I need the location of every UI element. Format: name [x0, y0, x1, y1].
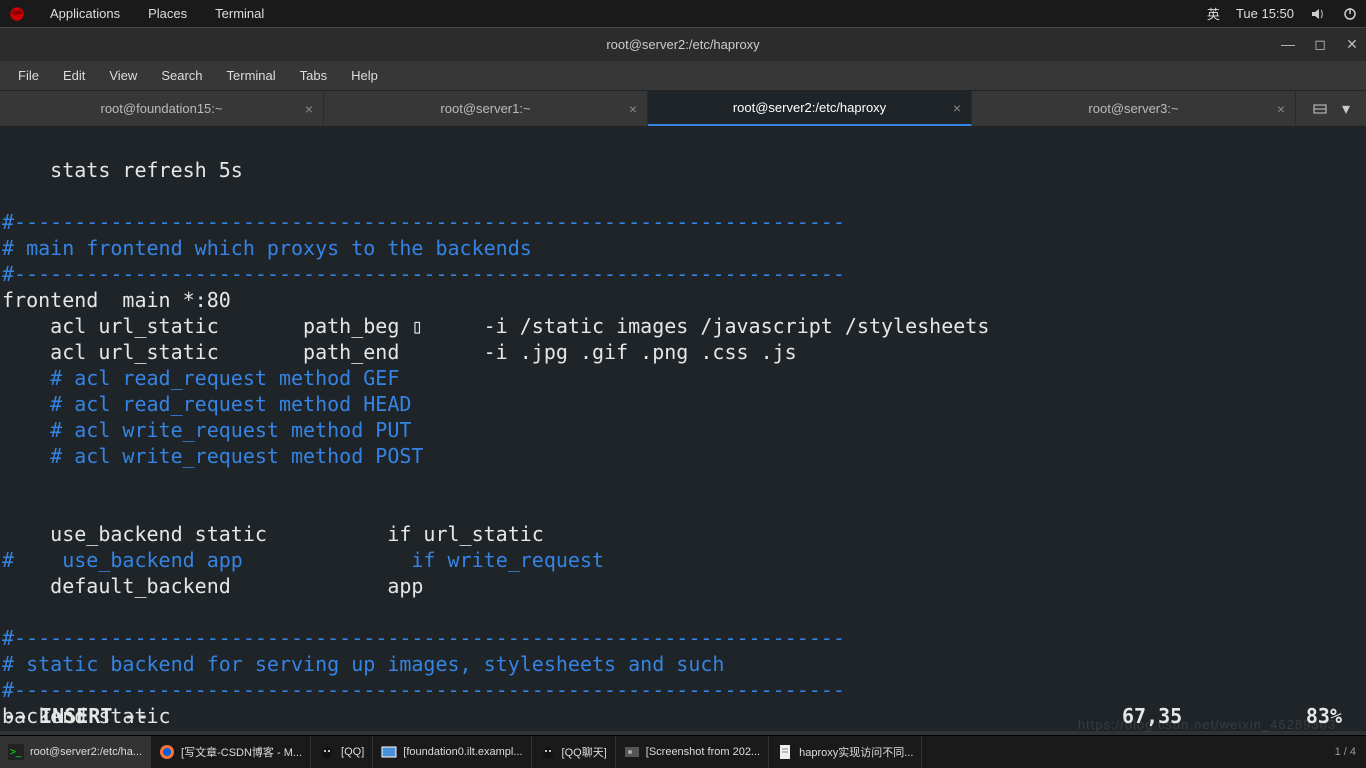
watermark: https://blog.csdn.net/weixin_46289303 — [1078, 717, 1336, 732]
term-line: use_backend static if url_static — [2, 522, 544, 546]
image-icon — [624, 744, 640, 760]
power-icon[interactable] — [1342, 6, 1358, 22]
broadcast-icon[interactable] — [1312, 101, 1328, 117]
vim-mode: -- INSERT -- — [4, 703, 1122, 729]
term-line: default_backend app — [2, 574, 423, 598]
task-firefox[interactable]: [写文章-CSDN博客 - M... — [151, 736, 311, 768]
window-title: root@server2:/etc/haproxy — [606, 37, 759, 52]
workspace-pager[interactable]: 1 / 4 — [1325, 736, 1366, 768]
term-line: stats refresh 5s — [2, 158, 243, 182]
term-line: # acl write_request method POST — [2, 444, 423, 468]
window-titlebar[interactable]: root@server2:/etc/haproxy — ◻ ✕ — [0, 27, 1366, 61]
vm-icon — [381, 744, 397, 760]
menu-applications[interactable]: Applications — [36, 6, 134, 21]
menu-terminal[interactable]: Terminal — [201, 6, 278, 21]
tab-actions: ▾ — [1296, 91, 1366, 126]
menu-edit[interactable]: Edit — [51, 68, 97, 83]
window-close-button[interactable]: ✕ — [1344, 36, 1360, 53]
term-line: acl url_static path_beg ▯ -i /static ima… — [2, 314, 989, 338]
tab-close-icon[interactable]: × — [629, 101, 637, 117]
tab-close-icon[interactable]: × — [1277, 101, 1285, 117]
task-qq[interactable]: [QQ] — [311, 736, 373, 768]
menu-terminal-menu[interactable]: Terminal — [215, 68, 288, 83]
tab-close-icon[interactable]: × — [305, 101, 313, 117]
menu-view[interactable]: View — [97, 68, 149, 83]
term-line: #---------------------------------------… — [2, 262, 845, 286]
term-line: #---------------------------------------… — [2, 678, 845, 702]
gnome-taskbar: >_ root@server2:/etc/ha... [写文章-CSDN博客 -… — [0, 735, 1366, 768]
redhat-icon — [8, 5, 26, 23]
tab-foundation15[interactable]: root@foundation15:~× — [0, 91, 324, 126]
window-maximize-button[interactable]: ◻ — [1312, 36, 1328, 53]
tab-server2[interactable]: root@server2:/etc/haproxy× — [648, 91, 972, 126]
task-screenshot[interactable]: [Screenshot from 202... — [616, 736, 769, 768]
tab-close-icon[interactable]: × — [953, 100, 961, 116]
term-line: acl url_static path_end -i .jpg .gif .pn… — [2, 340, 797, 364]
term-line: # acl read_request method HEAD — [2, 392, 411, 416]
term-line: frontend main *:80 — [2, 288, 231, 312]
terminal-menubar: File Edit View Search Terminal Tabs Help — [0, 61, 1366, 91]
svg-text:>_: >_ — [10, 747, 22, 758]
firefox-icon — [159, 744, 175, 760]
document-icon — [777, 744, 793, 760]
menu-places[interactable]: Places — [134, 6, 201, 21]
terminal-content[interactable]: stats refresh 5s #----------------------… — [0, 127, 1366, 731]
window-minimize-button[interactable]: — — [1280, 36, 1296, 53]
tab-server3[interactable]: root@server3:~× — [972, 91, 1296, 126]
term-line: # acl read_request method GEF — [2, 366, 399, 390]
task-vm[interactable]: [foundation0.ilt.exampl... — [373, 736, 531, 768]
term-line: # main frontend which proxys to the back… — [2, 236, 532, 260]
volume-icon[interactable] — [1310, 6, 1326, 22]
qq-icon — [540, 744, 556, 760]
term-line: # acl write_request method PUT — [2, 418, 411, 442]
term-line: #---------------------------------------… — [2, 626, 845, 650]
menu-search[interactable]: Search — [149, 68, 214, 83]
task-terminal[interactable]: >_ root@server2:/etc/ha... — [0, 736, 151, 768]
clock[interactable]: Tue 15:50 — [1236, 6, 1294, 21]
tab-dropdown-icon[interactable]: ▾ — [1342, 99, 1350, 119]
qq-icon — [319, 744, 335, 760]
task-gedit[interactable]: haproxy实现访问不同... — [769, 736, 922, 768]
terminal-icon: >_ — [8, 744, 24, 760]
tab-server1[interactable]: root@server1:~× — [324, 91, 648, 126]
input-language-indicator[interactable]: 英 — [1207, 4, 1220, 23]
task-qqchat[interactable]: [QQ聊天] — [532, 736, 616, 768]
term-line: #---------------------------------------… — [2, 210, 845, 234]
terminal-tabbar: root@foundation15:~× root@server1:~× roo… — [0, 91, 1366, 127]
menu-file[interactable]: File — [6, 68, 51, 83]
gnome-topbar: Applications Places Terminal 英 Tue 15:50 — [0, 0, 1366, 27]
menu-tabs[interactable]: Tabs — [288, 68, 339, 83]
term-line: # use_backend app if write_request — [2, 548, 604, 572]
menu-help[interactable]: Help — [339, 68, 390, 83]
term-line: # static backend for serving up images, … — [2, 652, 724, 676]
